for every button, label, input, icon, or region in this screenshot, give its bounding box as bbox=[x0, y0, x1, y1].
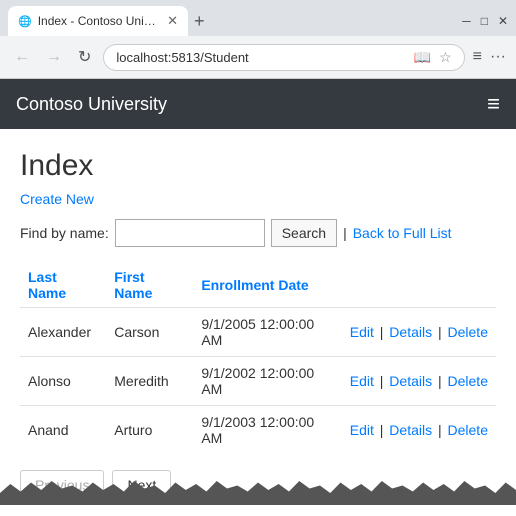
edit-link[interactable]: Edit bbox=[350, 422, 374, 438]
forward-btn[interactable]: → bbox=[42, 46, 66, 68]
table-row: Alexander Carson 9/1/2005 12:00:00 AM Ed… bbox=[20, 308, 496, 357]
create-new-link[interactable]: Create New bbox=[20, 191, 94, 207]
url-bar[interactable]: localhost:5813/Student 📖 ☆ bbox=[103, 44, 464, 71]
reader-icon: 📖 bbox=[414, 49, 431, 66]
table-row: Alonso Meredith 9/1/2002 12:00:00 AM Edi… bbox=[20, 357, 496, 406]
tab-close-btn[interactable]: ✕ bbox=[167, 13, 178, 29]
delete-link[interactable]: Delete bbox=[448, 373, 488, 389]
cell-last-name: Anand bbox=[20, 406, 106, 455]
search-bar: Find by name: Search | Back to Full List bbox=[20, 219, 496, 247]
hamburger-icon[interactable]: ≡ bbox=[487, 91, 500, 117]
action-sep-1: | bbox=[380, 324, 388, 340]
minimize-btn[interactable]: ─ bbox=[462, 14, 471, 28]
maximize-btn[interactable]: □ bbox=[481, 14, 488, 28]
details-link[interactable]: Details bbox=[389, 324, 432, 340]
cell-enrollment-date: 9/1/2005 12:00:00 AM bbox=[193, 308, 341, 357]
new-tab-btn[interactable]: + bbox=[194, 12, 205, 30]
delete-link[interactable]: Delete bbox=[448, 324, 488, 340]
cell-first-name: Arturo bbox=[106, 406, 193, 455]
cell-actions: Edit | Details | Delete bbox=[342, 308, 496, 357]
page-heading: Index bbox=[20, 149, 496, 183]
menu-btn[interactable]: ≡ bbox=[473, 48, 482, 66]
jagged-bottom bbox=[0, 475, 516, 505]
tab-title: Index - Contoso Univers... bbox=[38, 14, 157, 28]
action-sep-1: | bbox=[380, 373, 388, 389]
action-sep-2: | bbox=[438, 422, 446, 438]
bottom-decoration bbox=[0, 475, 516, 505]
back-to-full-list-link[interactable]: Back to Full List bbox=[353, 225, 452, 241]
cell-last-name: Alexander bbox=[20, 308, 106, 357]
col-last-name[interactable]: Last Name bbox=[20, 263, 106, 308]
find-by-name-label: Find by name: bbox=[20, 225, 109, 241]
search-btn[interactable]: Search bbox=[271, 219, 337, 247]
action-sep-2: | bbox=[438, 373, 446, 389]
table-header: Last Name First Name Enrollment Date bbox=[20, 263, 496, 308]
table-body: Alexander Carson 9/1/2005 12:00:00 AM Ed… bbox=[20, 308, 496, 455]
refresh-btn[interactable]: ↻ bbox=[74, 45, 95, 69]
window-controls: ─ □ ✕ bbox=[462, 14, 508, 28]
action-sep-1: | bbox=[380, 422, 388, 438]
students-table: Last Name First Name Enrollment Date Ale… bbox=[20, 263, 496, 454]
cell-actions: Edit | Details | Delete bbox=[342, 357, 496, 406]
edit-link[interactable]: Edit bbox=[350, 373, 374, 389]
cell-first-name: Meredith bbox=[106, 357, 193, 406]
col-enrollment-date[interactable]: Enrollment Date bbox=[193, 263, 341, 308]
cell-enrollment-date: 9/1/2003 12:00:00 AM bbox=[193, 406, 341, 455]
table-row: Anand Arturo 9/1/2003 12:00:00 AM Edit |… bbox=[20, 406, 496, 455]
more-btn[interactable]: ··· bbox=[490, 48, 506, 66]
active-tab: 🌐 Index - Contoso Univers... ✕ bbox=[8, 6, 188, 36]
browser-chrome: 🌐 Index - Contoso Univers... ✕ + ─ □ ✕ ←… bbox=[0, 0, 516, 79]
tab-bar: 🌐 Index - Contoso Univers... ✕ + ─ □ ✕ bbox=[0, 0, 516, 36]
action-sep-2: | bbox=[438, 324, 446, 340]
app-header: Contoso University ≡ bbox=[0, 79, 516, 129]
tab-favicon: 🌐 bbox=[18, 15, 32, 28]
delete-link[interactable]: Delete bbox=[448, 422, 488, 438]
cell-enrollment-date: 9/1/2002 12:00:00 AM bbox=[193, 357, 341, 406]
details-link[interactable]: Details bbox=[389, 422, 432, 438]
back-btn[interactable]: ← bbox=[10, 46, 34, 68]
cell-first-name: Carson bbox=[106, 308, 193, 357]
close-btn[interactable]: ✕ bbox=[498, 14, 508, 28]
page-content: Index Create New Find by name: Search | … bbox=[0, 129, 516, 516]
app-title: Contoso University bbox=[16, 94, 167, 115]
details-link[interactable]: Details bbox=[389, 373, 432, 389]
cell-last-name: Alonso bbox=[20, 357, 106, 406]
cell-actions: Edit | Details | Delete bbox=[342, 406, 496, 455]
edit-link[interactable]: Edit bbox=[350, 324, 374, 340]
separator: | bbox=[343, 225, 347, 241]
search-input[interactable] bbox=[115, 219, 265, 247]
address-bar: ← → ↻ localhost:5813/Student 📖 ☆ ≡ ··· bbox=[0, 36, 516, 78]
url-text: localhost:5813/Student bbox=[116, 50, 405, 65]
bookmark-icon: ☆ bbox=[439, 49, 452, 66]
col-first-name[interactable]: First Name bbox=[106, 263, 193, 308]
col-actions bbox=[342, 263, 496, 308]
